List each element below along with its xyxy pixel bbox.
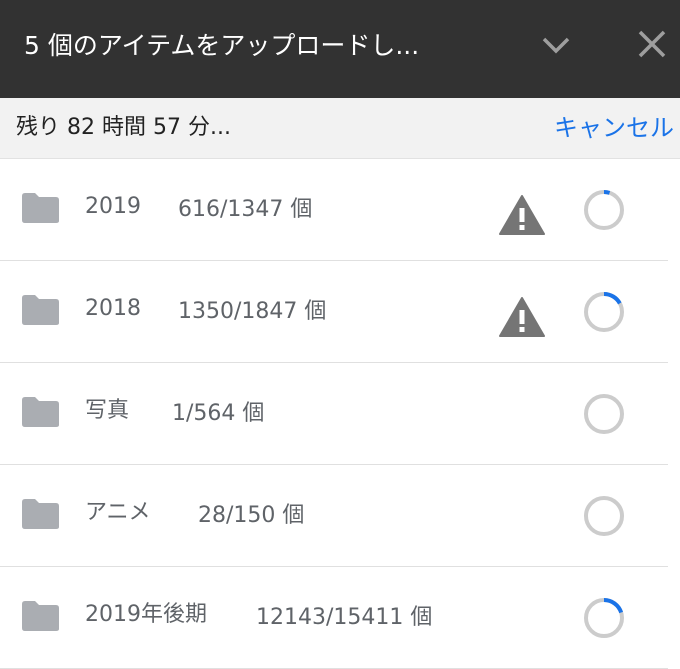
upload-header: 5 個のアイテムをアップロードし...	[0, 0, 680, 98]
item-count: 1/564 個	[172, 401, 265, 426]
upload-list: 2019 616/1347 個 2018 1350/1847 個写真 1/564 個アニ…	[0, 159, 668, 669]
warning-icon[interactable]	[498, 295, 546, 339]
folder-icon	[22, 193, 59, 223]
list-item[interactable]: 写真 1/564 個	[0, 363, 668, 465]
item-count: 12143/15411 個	[256, 605, 433, 630]
list-item[interactable]: アニメ 28/150 個	[0, 465, 668, 567]
item-name: 写真	[85, 398, 130, 423]
progress-spinner	[584, 496, 624, 536]
item-count: 28/150 個	[198, 503, 305, 528]
folder-icon	[22, 499, 59, 529]
folder-icon	[22, 397, 59, 427]
time-remaining: 残り 82 時間 57 分...	[16, 115, 231, 140]
item-count: 1350/1847 個	[178, 299, 327, 324]
item-name: 2019年後期	[85, 602, 207, 627]
folder-icon	[22, 295, 59, 325]
item-name: 2019	[85, 194, 141, 219]
status-bar: 残り 82 時間 57 分... キャンセル	[0, 98, 680, 159]
item-name: アニメ	[85, 500, 151, 525]
progress-spinner	[584, 292, 624, 332]
list-item[interactable]: 2019年後期 12143/15411 個	[0, 567, 668, 669]
item-count: 616/1347 個	[178, 197, 313, 222]
list-item[interactable]: 2019 616/1347 個	[0, 159, 668, 261]
warning-icon[interactable]	[498, 193, 546, 237]
chevron-down-icon[interactable]	[536, 30, 576, 60]
cancel-button[interactable]: キャンセル	[554, 98, 674, 158]
progress-spinner	[584, 394, 624, 434]
item-name: 2018	[85, 296, 141, 321]
list-item[interactable]: 2018 1350/1847 個	[0, 261, 668, 363]
folder-icon	[22, 601, 59, 631]
progress-spinner	[584, 190, 624, 230]
close-icon[interactable]	[632, 24, 672, 64]
progress-spinner	[584, 598, 624, 638]
upload-title: 5 個のアイテムをアップロードし...	[24, 31, 420, 60]
